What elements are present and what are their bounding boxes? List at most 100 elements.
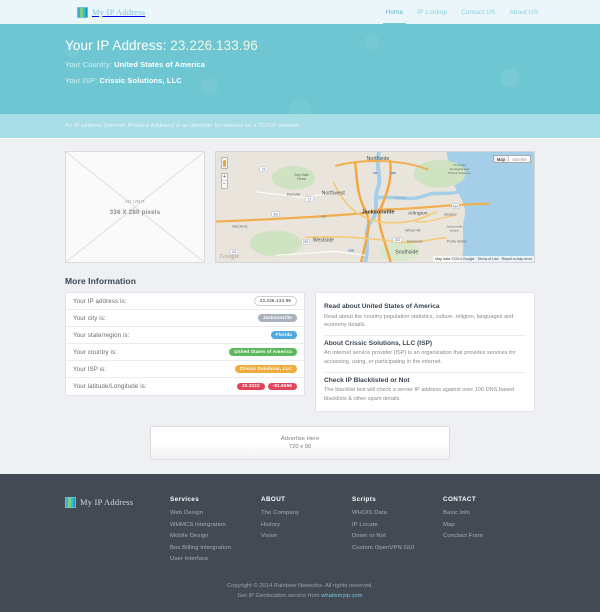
nav-item-about-us[interactable]: About US: [509, 0, 538, 24]
status-badge: United States of America: [229, 348, 297, 356]
main-content: AD UNIT 336 X 280 pixels 23 301 121 228 …: [0, 139, 600, 475]
svg-text:I-295: I-295: [348, 248, 354, 252]
footer-link-vision[interactable]: Vision: [261, 533, 352, 539]
ad-unit-placeholder[interactable]: AD UNIT 336 X 280 pixels: [65, 151, 205, 263]
svg-text:Northside: Northside: [367, 156, 390, 162]
top-navbar: My IP Address Home IP Lookup Contact US …: [0, 0, 600, 24]
status-badge: Jacksonville: [257, 314, 297, 322]
footer-link-ip-locate[interactable]: IP Locate: [352, 522, 443, 528]
footer-link-the-company[interactable]: The Company: [261, 510, 352, 516]
side-section-blacklist[interactable]: Check IP Blacklisted or Not The blacklis…: [324, 373, 526, 406]
nav-item-home[interactable]: Home: [382, 0, 406, 24]
site-footer: My IP Address Services Web Design WHMCS …: [0, 474, 600, 612]
credit-link[interactable]: whatismyip.com: [321, 593, 362, 599]
svg-text:Historic Preserve: Historic Preserve: [448, 171, 471, 175]
ad-unit-size: 336 X 280 pixels: [109, 208, 161, 216]
footer-link-mobile-design[interactable]: Mobile Design: [170, 533, 261, 539]
footer-link-box-billing[interactable]: Box Billing intergration: [170, 545, 261, 551]
footer-brand-name: My IP Address: [80, 497, 134, 508]
location-map[interactable]: 23 301 121 228 202 17 A1A I-95 I-295 I-1…: [215, 151, 535, 263]
footer-link-whois-data[interactable]: WHOIS Data: [352, 510, 443, 516]
svg-text:Northwest: Northwest: [322, 191, 346, 197]
svg-text:St Johns: St Johns: [395, 196, 406, 200]
map-graphic: 23 301 121 228 202 17 A1A I-95 I-295 I-1…: [216, 152, 534, 262]
hero-isp-value: Crissic Solutions, LLC: [99, 76, 182, 85]
svg-text:A1A: A1A: [452, 204, 459, 208]
row-label: Your state/region is:: [73, 331, 130, 339]
row-label: Your city is:: [73, 314, 106, 322]
map-report-link[interactable]: Report a map error: [502, 257, 532, 261]
nav-item-ip-lookup[interactable]: IP Lookup: [417, 0, 447, 24]
svg-text:Arlington: Arlington: [408, 211, 428, 217]
svg-text:Ponte Vedra: Ponte Vedra: [447, 239, 467, 243]
map-attribution: Map data ©2014 Google Terms of Use Repor…: [433, 256, 534, 262]
google-watermark: Google: [220, 254, 240, 260]
ip-details-table: Your IP address is: 23.226.133.96 Your c…: [65, 292, 305, 396]
footer-column-about: ABOUT The Company History Vision: [261, 496, 352, 568]
svg-text:I-295: I-295: [390, 171, 396, 175]
advertise-size: 720 x 90: [288, 444, 312, 451]
svg-text:I-10: I-10: [321, 215, 326, 219]
map-zoom-controls[interactable]: + −: [221, 173, 228, 189]
map-type-toggle[interactable]: Map Satellite: [492, 155, 531, 163]
hero-country-value: United States of America: [114, 60, 205, 69]
side-section-isp[interactable]: About Crissic Solutions, LLC (ISP) An in…: [324, 336, 526, 373]
svg-text:228: 228: [303, 240, 309, 244]
hero-isp-label: Your ISP:: [65, 76, 100, 85]
footer-link-whmcs[interactable]: WHMCS intergration: [170, 522, 261, 528]
page-root: My IP Address Home IP Lookup Contact US …: [0, 0, 600, 612]
footer-link-web-design[interactable]: Web Design: [170, 510, 261, 516]
hero-country-line: Your Country: United States of America: [65, 60, 535, 69]
footer-link-map[interactable]: Map: [443, 522, 534, 528]
top-row: AD UNIT 336 X 280 pixels 23 301 121 228 …: [65, 151, 535, 263]
map-zoom-in-button[interactable]: +: [222, 174, 227, 181]
brand-logo-link[interactable]: My IP Address: [77, 6, 145, 18]
nav-links: Home IP Lookup Contact US About US: [382, 0, 538, 24]
row-label: Your IP address is:: [73, 297, 127, 305]
footer-column-heading: CONTACT: [443, 496, 477, 504]
side-section-title: Check IP Blacklisted or Not: [324, 376, 410, 384]
footer-link-contact-form[interactable]: Conctact Form: [443, 533, 534, 539]
footer-link-basic-info[interactable]: Basic Info: [443, 510, 534, 516]
table-row-state: Your state/region is: Florida: [66, 327, 304, 344]
row-values: Jacksonville: [257, 314, 297, 322]
row-label: Your country is:: [73, 348, 118, 356]
row-values: Florida: [270, 331, 297, 339]
row-values: 30.3322 -81.6556: [237, 382, 297, 391]
svg-text:Forest: Forest: [297, 177, 306, 181]
svg-text:301: 301: [273, 212, 279, 216]
footer-column-heading: Services: [170, 496, 200, 504]
side-panel: Read about United States of America Read…: [315, 292, 535, 413]
advertise-banner[interactable]: Advertise Here 720 x 90: [150, 426, 450, 461]
map-terms-link[interactable]: Terms of Use: [477, 257, 498, 261]
svg-text:Westside: Westside: [313, 237, 334, 243]
hero-country-label: Your Country:: [65, 60, 115, 69]
side-section-body: Read about the country population statis…: [324, 313, 514, 329]
row-values: Crissic Solutions, LLC: [234, 365, 297, 373]
advertise-title: Advertise Here: [280, 436, 320, 443]
colored-bars-icon: [65, 497, 76, 509]
footer-link-history[interactable]: History: [261, 522, 352, 528]
footer-columns: My IP Address Services Web Design WHMCS …: [65, 496, 535, 568]
copyright-text: Copyright © 2014 Rainbow Networks. All r…: [226, 582, 374, 589]
map-type-satellite[interactable]: Satellite: [508, 156, 530, 162]
svg-text:Beach: Beach: [450, 228, 459, 232]
svg-text:Jacksonville: Jacksonville: [361, 210, 394, 216]
side-section-country[interactable]: Read about United States of America Read…: [324, 299, 526, 336]
table-row-city: Your city is: Jacksonville: [66, 310, 304, 327]
side-section-body: The blacklist test will check a server I…: [324, 387, 515, 402]
pegman-streetview-icon[interactable]: [221, 157, 228, 169]
status-badge: Florida: [270, 331, 297, 339]
map-zoom-out-button[interactable]: −: [222, 181, 227, 188]
footer-link-down-or-not[interactable]: Down or Not: [352, 533, 443, 539]
footer-copyright: Copyright © 2014 Rainbow Networks. All r…: [65, 582, 535, 602]
table-row-ip: Your IP address is: 23.226.133.96: [66, 293, 304, 310]
footer-link-openvpn-gui[interactable]: Custom OpenVPN GUI: [352, 545, 443, 551]
svg-text:Windy Hill: Windy Hill: [405, 228, 420, 232]
table-row-latlong: Your latitude/Longitude is: 30.3322 -81.…: [66, 378, 304, 395]
credit-prefix: Get IP Geolocation service from: [237, 592, 322, 599]
nav-item-contact-us[interactable]: Contact US: [461, 0, 495, 24]
footer-link-user-interface[interactable]: User Interface: [170, 556, 261, 562]
footer-brand[interactable]: My IP Address: [65, 496, 170, 568]
map-type-map[interactable]: Map: [493, 156, 509, 162]
